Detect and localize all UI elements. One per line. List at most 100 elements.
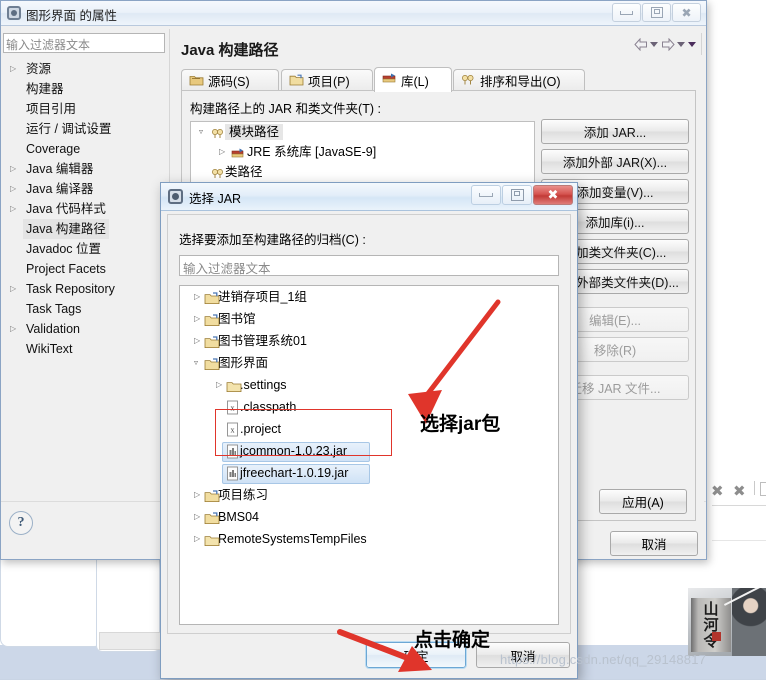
sidebar-item-validation[interactable]: ▷ Validation [3, 319, 165, 339]
sidebar-item-project-facets[interactable]: Project Facets [3, 259, 165, 279]
clear-markers-icon[interactable]: ✖ [733, 482, 746, 500]
apply-area: 应用(A) [599, 489, 687, 514]
jar-dialog-titlebar[interactable]: 选择 JAR ✖ [161, 183, 577, 211]
tree-item-label: 图形界面 [218, 356, 269, 370]
jar-dialog-window-controls: ✖ [470, 185, 573, 206]
annotation-label-select-jar: 选择jar包 [420, 414, 501, 435]
tree-item-project[interactable]: ▷ 项目练习 [180, 484, 558, 506]
tab-libraries[interactable]: 库(L) [374, 67, 452, 92]
tree-item-class-path[interactable]: 类路径 [191, 162, 534, 182]
properties-nav-tree[interactable]: ▷ 资源 构建器 项目引用 运行 / 调试设置 Coverage ▷ Java … [3, 59, 165, 504]
tree-item-bms04[interactable]: ▷ BMS04 [180, 506, 558, 528]
tree-item-jre-system-library[interactable]: ▷ JRE 系统库 [JavaSE-9] [191, 142, 534, 162]
sidebar-item-label: 构建器 [26, 82, 64, 96]
close-icon[interactable]: ✖ [533, 185, 573, 205]
chevron-right-icon[interactable]: ▷ [10, 199, 20, 219]
sidebar-item-label: 资源 [26, 62, 52, 76]
chevron-right-icon[interactable]: ▷ [219, 142, 229, 162]
sidebar-item-task-repository[interactable]: ▷ Task Repository [3, 279, 165, 299]
properties-filter-input[interactable]: 输入过滤器文本 [3, 33, 165, 53]
tree-item-label: JRE 系统库 [JavaSE-9] [247, 145, 377, 159]
page-title: Java 构建路径 [181, 42, 279, 59]
chevron-right-icon[interactable]: ▷ [194, 330, 204, 352]
divider [712, 540, 766, 541]
apply-button[interactable]: 应用(A) [599, 489, 687, 514]
chevron-right-icon[interactable]: ▷ [10, 59, 20, 79]
chevron-right-icon[interactable]: ▷ [194, 506, 204, 528]
ad-seal-icon [712, 632, 721, 641]
view-menu-icon[interactable] [688, 42, 696, 47]
tab-label: 源码(S) [208, 75, 250, 89]
maximize-icon[interactable] [502, 185, 532, 205]
chevron-right-icon[interactable]: ▷ [194, 528, 204, 550]
add-external-jar-button[interactable]: 添加外部 JAR(X)... [541, 149, 689, 174]
sidebar-item-javadoc-location[interactable]: Javadoc 位置 [3, 239, 165, 259]
classpath-label: 构建路径上的 JAR 和类文件夹(T) : [190, 102, 381, 116]
chevron-down-icon[interactable]: ▿ [199, 122, 209, 142]
tree-item-remote-systems-temp-files[interactable]: ▷ RemoteSystemsTempFiles [180, 528, 558, 550]
chevron-right-icon[interactable]: ▷ [194, 484, 204, 506]
sidebar-item-java-build-path[interactable]: Java 构建路径 [3, 219, 165, 239]
tree-item-label: 图书馆 [218, 312, 256, 326]
tab-order-and-export[interactable]: 排序和导出(O) [453, 69, 585, 91]
scrollbar-thumb[interactable] [99, 632, 161, 650]
sidebar-item-run-debug-settings[interactable]: 运行 / 调试设置 [3, 119, 165, 139]
sidebar-item-label: Task Repository [26, 282, 115, 296]
close-marker-icon[interactable]: ✖ [711, 482, 724, 500]
add-jar-button[interactable]: 添加 JAR... [541, 119, 689, 144]
sidebar-item-task-tags[interactable]: Task Tags [3, 299, 165, 319]
page-right-gutter [710, 0, 766, 679]
sidebar-item-label: Java 编译器 [26, 182, 94, 196]
sidebar-item-wikitext[interactable]: WikiText [3, 339, 165, 359]
tab-source[interactable]: 源码(S) [181, 69, 279, 91]
chevron-right-icon[interactable]: ▷ [10, 319, 20, 339]
chevron-down-icon[interactable]: ▿ [194, 352, 204, 374]
eclipse-properties-icon [7, 6, 21, 20]
jar-cancel-button[interactable]: 取消 [476, 642, 570, 668]
ad-banner[interactable]: 山河令 [688, 588, 766, 656]
chevron-right-icon[interactable]: ▷ [10, 179, 20, 199]
properties-titlebar[interactable]: 图形界面 的属性 ✖ [1, 1, 706, 26]
sidebar-item-builders[interactable]: 构建器 [3, 79, 165, 99]
chevron-right-icon[interactable]: ▷ [194, 286, 204, 308]
close-icon[interactable]: ✖ [672, 3, 701, 22]
annotation-label-click-ok: 点击确定 [414, 630, 491, 651]
sidebar-item-label: WikiText [26, 342, 73, 356]
sidebar-item-java-code-style[interactable]: ▷ Java 代码样式 [3, 199, 165, 219]
tab-projects[interactable]: 项目(P) [281, 69, 373, 91]
sidebar-item-label: Java 编辑器 [26, 162, 94, 176]
minimize-icon[interactable] [471, 185, 501, 205]
tree-item-module-path[interactable]: ▿ 模块路径 [191, 122, 534, 142]
source-folder-icon [189, 73, 204, 89]
tree-item-label: 图书管理系统01 [218, 334, 307, 348]
tree-item-label: .settings [240, 378, 287, 392]
build-path-tabs: 源码(S) 项目(P) 库(L) 排序和导出(O) [181, 67, 696, 92]
sidebar-item-coverage[interactable]: Coverage [3, 139, 165, 159]
chevron-right-icon[interactable]: ▷ [216, 374, 226, 396]
sidebar-item-project-references[interactable]: 项目引用 [3, 99, 165, 119]
tree-item-label: 项目练习 [218, 488, 269, 502]
library-books-icon [382, 72, 397, 88]
chevron-right-icon[interactable]: ▷ [10, 159, 20, 179]
order-export-icon [461, 73, 476, 89]
page-navigation [634, 38, 696, 51]
minimize-icon[interactable] [612, 3, 641, 22]
tree-item-label: 模块路径 [225, 124, 284, 140]
jar-dialog-prompt: 选择要添加至构建路径的归档(C) : [179, 233, 366, 247]
chevron-right-icon[interactable]: ▷ [10, 279, 20, 299]
forward-dropdown-icon[interactable] [677, 42, 685, 47]
folder-icon [204, 532, 220, 554]
sidebar-item-java-compiler[interactable]: ▷ Java 编译器 [3, 179, 165, 199]
sidebar-item-label: 项目引用 [26, 102, 77, 116]
maximize-icon[interactable] [642, 3, 671, 22]
back-arrow-icon[interactable] [634, 38, 647, 51]
sidebar-item-java-editor[interactable]: ▷ Java 编辑器 [3, 159, 165, 179]
tree-item-jfreechart-jar[interactable]: jfreechart-1.0.19.jar [180, 462, 558, 484]
jar-filter-input[interactable]: 输入过滤器文本 [179, 255, 559, 276]
chevron-right-icon[interactable]: ▷ [194, 308, 204, 330]
forward-arrow-icon[interactable] [661, 38, 675, 51]
cancel-button[interactable]: 取消 [610, 531, 698, 556]
project-folder-icon [289, 73, 304, 89]
sidebar-item-resource[interactable]: ▷ 资源 [3, 59, 165, 79]
back-dropdown-icon[interactable] [650, 42, 658, 47]
